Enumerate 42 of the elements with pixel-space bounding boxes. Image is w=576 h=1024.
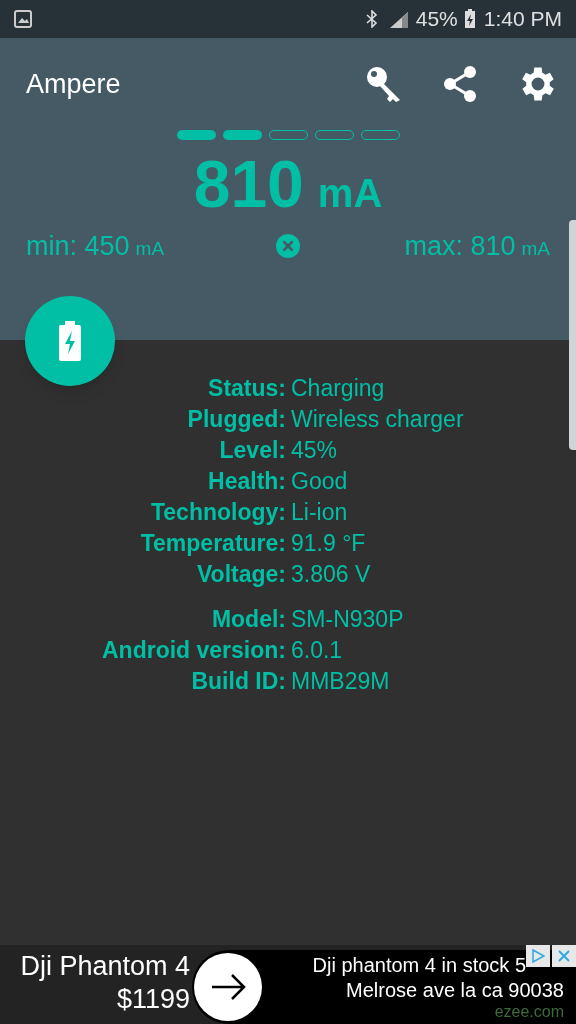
info-label: Android version:	[101, 636, 286, 665]
bluetooth-icon	[365, 10, 378, 28]
battery-charging-icon	[463, 9, 476, 29]
arrow-right-icon	[210, 972, 246, 1002]
min-reading: min: 450	[26, 230, 130, 263]
info-value: Charging	[290, 374, 385, 403]
info-value: SM-N930P	[290, 605, 404, 634]
info-label: Voltage:	[195, 560, 286, 589]
info-label: Temperature:	[139, 529, 286, 558]
info-value: 6.0.1	[290, 636, 343, 665]
info-value: Good	[290, 467, 348, 496]
info-value: Wireless charger	[290, 405, 464, 434]
image-icon	[14, 10, 32, 28]
info-label: Model:	[210, 605, 286, 634]
max-reading: max: 810	[404, 230, 516, 263]
info-label: Level:	[218, 436, 286, 465]
info-value: 91.9 °F	[290, 529, 366, 558]
info-value: 45%	[290, 436, 338, 465]
app-title: Ampere	[26, 67, 122, 101]
info-label: Technology:	[150, 498, 286, 527]
ad-banner[interactable]: Dji Phantom 4 $1199 Dji phantom 4 in stock 5 Melrose ave la ca 90038 ezee.com	[0, 945, 576, 1024]
current-unit: mA	[317, 170, 383, 217]
info-label: Build ID:	[190, 667, 286, 696]
ad-line: Melrose ave la ca 90038	[346, 978, 564, 1003]
max-unit: mA	[521, 237, 550, 261]
battery-percent: 45%	[415, 6, 458, 33]
info-value: MMB29M	[290, 667, 390, 696]
info-value: Li-ion	[290, 498, 348, 527]
clock-time: 1:40 PM	[483, 6, 562, 33]
info-value: 3.806 V	[290, 560, 371, 589]
min-unit: mA	[135, 237, 165, 261]
info-label: Status:	[207, 374, 286, 403]
info-label: Health:	[207, 467, 286, 496]
battery-charging-icon	[59, 321, 81, 361]
arrow-button[interactable]	[194, 953, 262, 1021]
current-value: 810	[193, 146, 304, 223]
ad-domain: ezee.com	[494, 1003, 564, 1021]
reset-icon[interactable]	[275, 233, 301, 260]
ad-title: Dji Phantom 4	[20, 950, 190, 983]
ad-price: $1199	[116, 983, 190, 1016]
info-label: Plugged:	[186, 405, 286, 434]
ad-line: Dji phantom 4 in stock 5	[312, 953, 526, 978]
